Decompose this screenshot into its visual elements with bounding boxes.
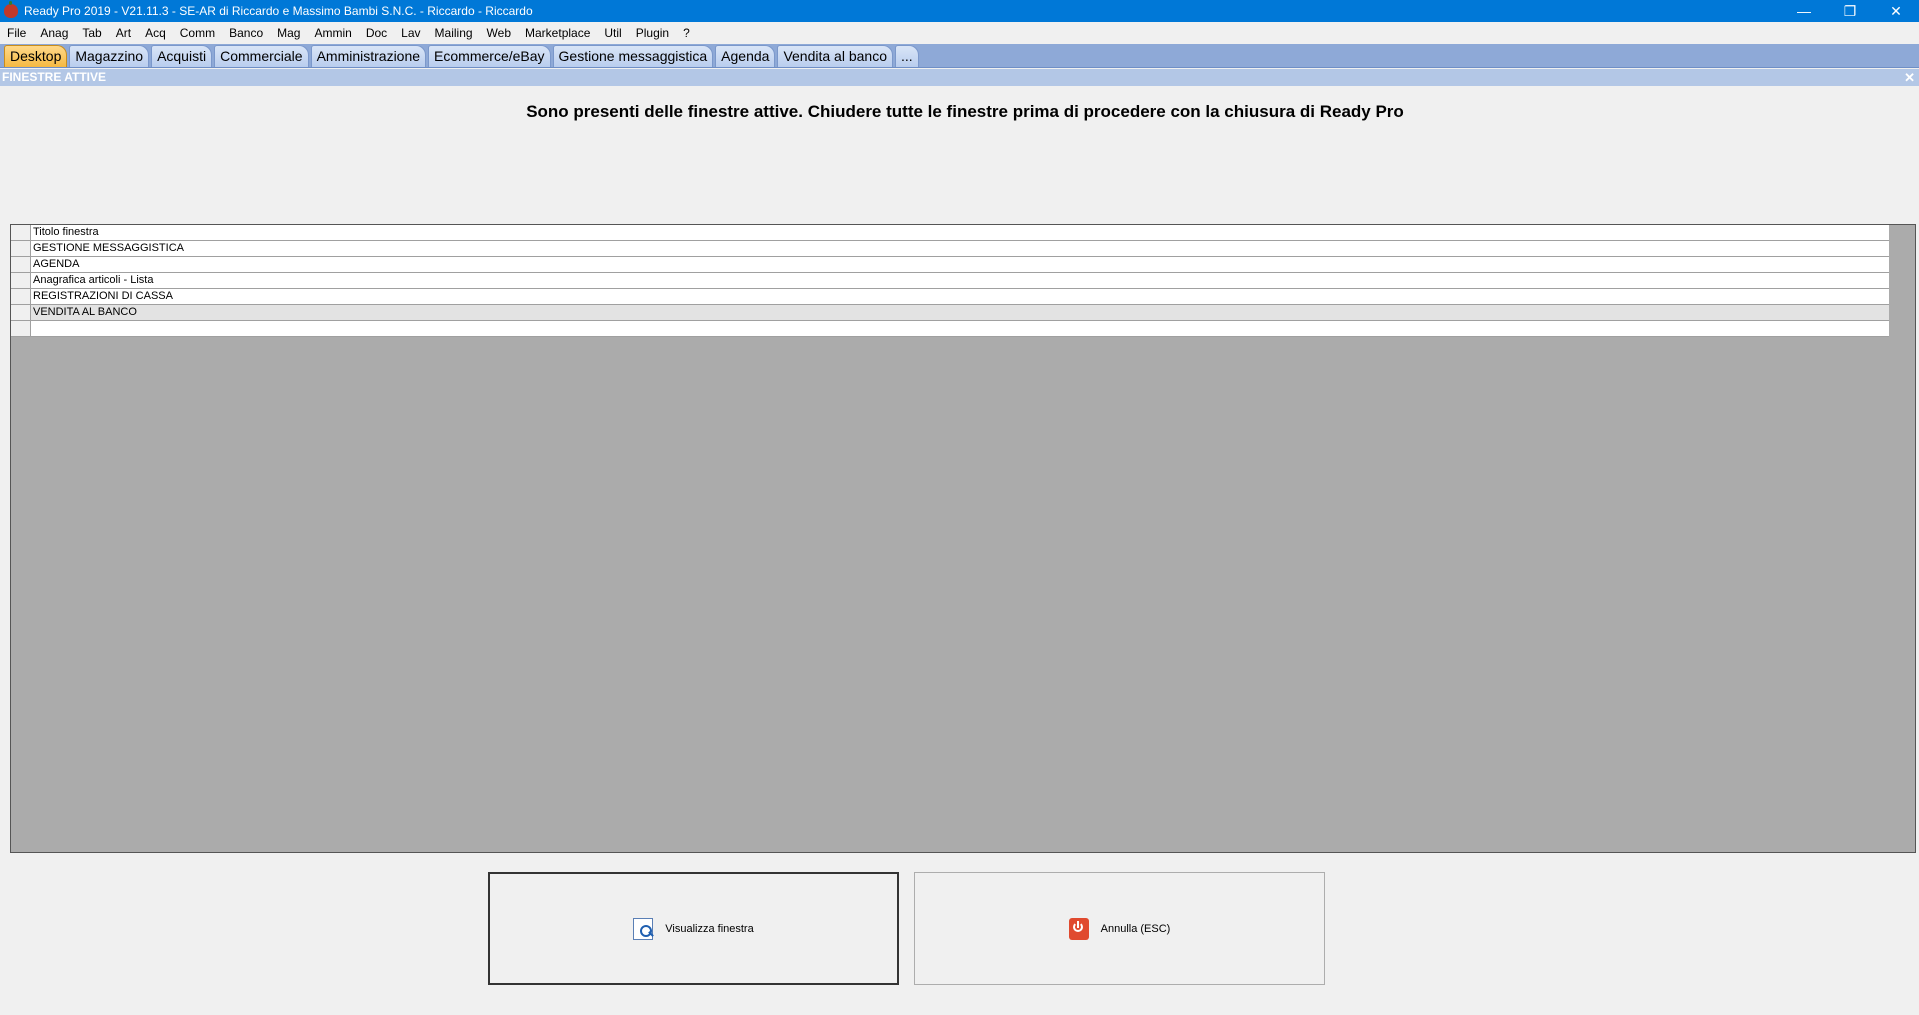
cancel-label: Annulla (ESC)	[1100, 922, 1171, 935]
menu-banco[interactable]: Banco	[222, 22, 270, 44]
magnify-document-icon	[633, 917, 654, 940]
menu-mailing[interactable]: Mailing	[428, 22, 480, 44]
row-indicator	[11, 321, 31, 336]
grid-header-row: Titolo finestra	[11, 225, 1891, 241]
row-indicator	[11, 257, 31, 272]
tab-desktop[interactable]: Desktop	[4, 45, 68, 67]
section-close-icon[interactable]: ✕	[1904, 69, 1915, 86]
tab-agenda[interactable]: Agenda	[715, 45, 776, 67]
menu-anag[interactable]: Anag	[33, 22, 75, 44]
cell-window-title[interactable]: AGENDA	[31, 257, 1891, 272]
warning-message: Sono presenti delle finestre attive. Chi…	[526, 102, 1404, 121]
table-row[interactable]: AGENDA	[11, 257, 1891, 273]
cell-window-title[interactable]: REGISTRAZIONI DI CASSA	[31, 289, 1891, 304]
tab-acquisti[interactable]: Acquisti	[151, 45, 213, 67]
tab-amministrazione[interactable]: Amministrazione	[310, 45, 427, 67]
cell-window-title[interactable]: Anagrafica articoli - Lista	[31, 273, 1891, 288]
tab-vendita-al-banco[interactable]: Vendita al banco	[777, 45, 893, 67]
active-windows-grid: Titolo finestra GESTIONE MESSAGGISTICA A…	[10, 224, 1916, 853]
menu-mag[interactable]: Mag	[270, 22, 307, 44]
view-window-button[interactable]: Visualizza finestra	[488, 872, 899, 985]
close-button[interactable]: ✕	[1873, 0, 1919, 22]
row-indicator	[11, 289, 31, 304]
minimize-button[interactable]: —	[1781, 0, 1827, 22]
menu-art[interactable]: Art	[109, 22, 138, 44]
menu-web[interactable]: Web	[480, 22, 518, 44]
menu-help[interactable]: ?	[676, 22, 697, 44]
restore-button[interactable]: ❐	[1827, 0, 1873, 22]
table-row[interactable]: GESTIONE MESSAGGISTICA	[11, 241, 1891, 257]
row-indicator	[11, 241, 31, 256]
table-row-selected[interactable]: VENDITA AL BANCO	[11, 305, 1891, 321]
tab-magazzino[interactable]: Magazzino	[69, 45, 150, 67]
section-title: FINESTRE ATTIVE	[2, 70, 107, 84]
power-icon	[1068, 917, 1089, 940]
menu-util[interactable]: Util	[597, 22, 628, 44]
menu-bar: File Anag Tab Art Acq Comm Banco Mag Amm…	[0, 22, 1919, 44]
row-indicator	[11, 273, 31, 288]
title-bar: Ready Pro 2019 - V21.11.3 - SE-AR di Ric…	[0, 0, 1919, 22]
menu-doc[interactable]: Doc	[359, 22, 394, 44]
cancel-button[interactable]: Annulla (ESC)	[914, 872, 1325, 985]
tab-commerciale[interactable]: Commerciale	[214, 45, 309, 67]
menu-comm[interactable]: Comm	[173, 22, 222, 44]
app-icon	[4, 1, 18, 18]
menu-file[interactable]: File	[0, 22, 33, 44]
cell-empty[interactable]	[31, 321, 1891, 336]
tab-ecommerce-ebay[interactable]: Ecommerce/eBay	[428, 45, 551, 67]
row-indicator	[11, 305, 31, 320]
menu-acq[interactable]: Acq	[138, 22, 173, 44]
section-header: FINESTRE ATTIVE ✕	[0, 69, 1919, 86]
menu-ammin[interactable]: Ammin	[307, 22, 358, 44]
table-row[interactable]: Anagrafica articoli - Lista	[11, 273, 1891, 289]
tab-more[interactable]: ...	[894, 45, 919, 67]
menu-marketplace[interactable]: Marketplace	[518, 22, 597, 44]
grid-table: Titolo finestra GESTIONE MESSAGGISTICA A…	[11, 225, 1891, 337]
window-title: Ready Pro 2019 - V21.11.3 - SE-AR di Ric…	[24, 4, 533, 18]
table-row[interactable]: REGISTRAZIONI DI CASSA	[11, 289, 1891, 305]
table-row-new[interactable]	[11, 321, 1891, 337]
menu-lav[interactable]: Lav	[394, 22, 427, 44]
cell-window-title[interactable]: VENDITA AL BANCO	[31, 305, 1891, 320]
view-window-label: Visualizza finestra	[665, 922, 754, 935]
cell-window-title[interactable]: GESTIONE MESSAGGISTICA	[31, 241, 1891, 256]
menu-plugin[interactable]: Plugin	[629, 22, 676, 44]
column-header-titolo[interactable]: Titolo finestra	[31, 225, 1891, 240]
grid-scroll-area	[1889, 225, 1915, 852]
menu-tab[interactable]: Tab	[75, 22, 108, 44]
module-tab-strip: Desktop Magazzino Acquisti Commerciale A…	[0, 44, 1919, 68]
row-indicator	[11, 225, 31, 240]
tab-gestione-messaggistica[interactable]: Gestione messaggistica	[552, 45, 714, 67]
